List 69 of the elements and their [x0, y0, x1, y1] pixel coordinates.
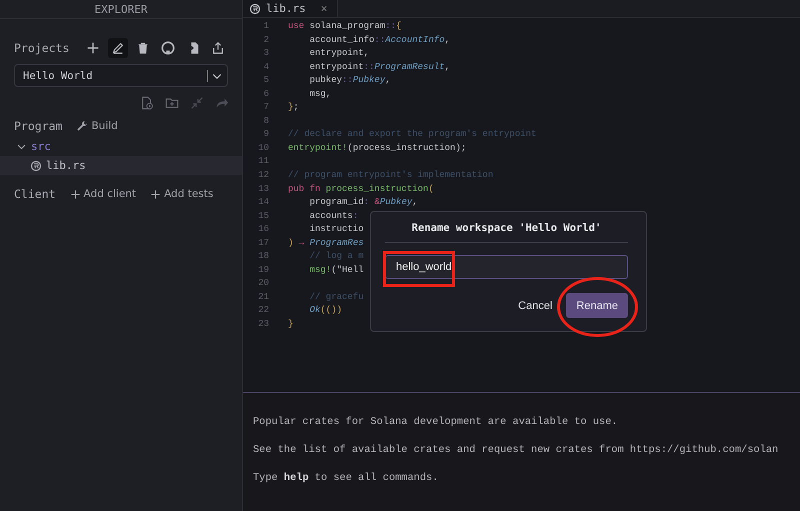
code-line: Ok(()) [308, 305, 342, 318]
line-number: 4 [262, 62, 269, 74]
code-line: accounts: [308, 210, 358, 223]
wrench-icon [76, 120, 88, 132]
panel-title: EXPLORER [94, 2, 148, 16]
line-number: 2 [262, 34, 269, 47]
line-number: 13 [257, 184, 269, 196]
terminal-line: See the list of available crates and request new crates from https://github.com/solan [253, 443, 780, 458]
code-line: entrypoint!(process_instruction); [288, 142, 466, 155]
cancel-button[interactable]: Cancel [518, 300, 552, 312]
section-label: Client [14, 187, 56, 201]
close-icon[interactable]: × [320, 2, 328, 15]
code-line: }; [288, 102, 299, 114]
code-line: entrypoint::ProgramResult, [308, 62, 450, 74]
code-line: } [288, 319, 294, 332]
code-line: instructio [308, 224, 364, 236]
rust-gear-icon [249, 2, 261, 14]
project-select[interactable]: Hello World [14, 64, 228, 87]
line-number: 17 [257, 238, 269, 250]
line-number: 9 [262, 129, 269, 142]
code-line: // log a m [308, 251, 364, 264]
file-row[interactable]: lib.rs [0, 156, 242, 175]
code-line: program_id: &Pubkey, [308, 197, 418, 210]
section-label: Program [14, 119, 62, 133]
line-number: 20 [257, 278, 269, 290]
code-line: // program entrypoint's implementation [288, 170, 494, 182]
code-line: use solana_program::{ [288, 21, 402, 33]
line-number: 18 [257, 251, 269, 264]
rename-button[interactable]: Rename [566, 293, 628, 318]
code-line: msg, [308, 88, 332, 101]
code-line: account_info::AccountInfo, [308, 34, 450, 47]
line-number: 14 [257, 197, 269, 210]
line-number: 11 [257, 156, 269, 168]
add-button[interactable]: Add tests [150, 188, 214, 200]
code-line: msg!("Hell [308, 264, 364, 277]
line-number: 19 [257, 264, 269, 277]
line-number: 8 [262, 116, 269, 128]
add-button[interactable]: Add client [70, 188, 136, 200]
terminal-line: Popular crates for Solana development are available to use. [253, 415, 619, 430]
name-field[interactable]: hello_world [385, 255, 628, 279]
code-line: ) → ProgramRes [288, 238, 364, 250]
editor-tab[interactable]: lib.rs × [243, 0, 338, 17]
line-number: 12 [257, 170, 269, 182]
line-number: 22 [257, 305, 269, 318]
code-line: entrypoint, [308, 48, 370, 60]
folder-row[interactable]: src [0, 137, 242, 156]
rust-gear-icon [30, 160, 42, 172]
code-line: // declare and export the program's entrypoint [288, 129, 536, 142]
line-number: 7 [262, 102, 269, 114]
pencil-icon[interactable] [108, 38, 128, 58]
highlight-rectangle [383, 251, 455, 287]
line-number: 23 [257, 319, 269, 332]
terminal-line: Type help to see all commands. [253, 471, 440, 486]
code-line: pubkey::Pubkey, [308, 75, 391, 88]
code-line: // gracefu [308, 292, 364, 304]
section-label: Projects [14, 41, 70, 55]
code-line: pub fn process_instruction( [288, 184, 434, 196]
dialog-title: Rename workspace 'Hello World' [412, 222, 602, 234]
build-button[interactable]: Build [76, 120, 118, 132]
line-number: 16 [257, 224, 269, 236]
line-number: 10 [257, 142, 269, 155]
line-number: 1 [262, 21, 269, 33]
plus-icon [150, 188, 162, 200]
line-number: 15 [257, 210, 269, 223]
line-number: 3 [262, 48, 269, 60]
line-number: 21 [257, 292, 269, 304]
plus-icon [70, 188, 81, 200]
line-number: 5 [262, 75, 269, 88]
line-number: 6 [262, 88, 269, 101]
